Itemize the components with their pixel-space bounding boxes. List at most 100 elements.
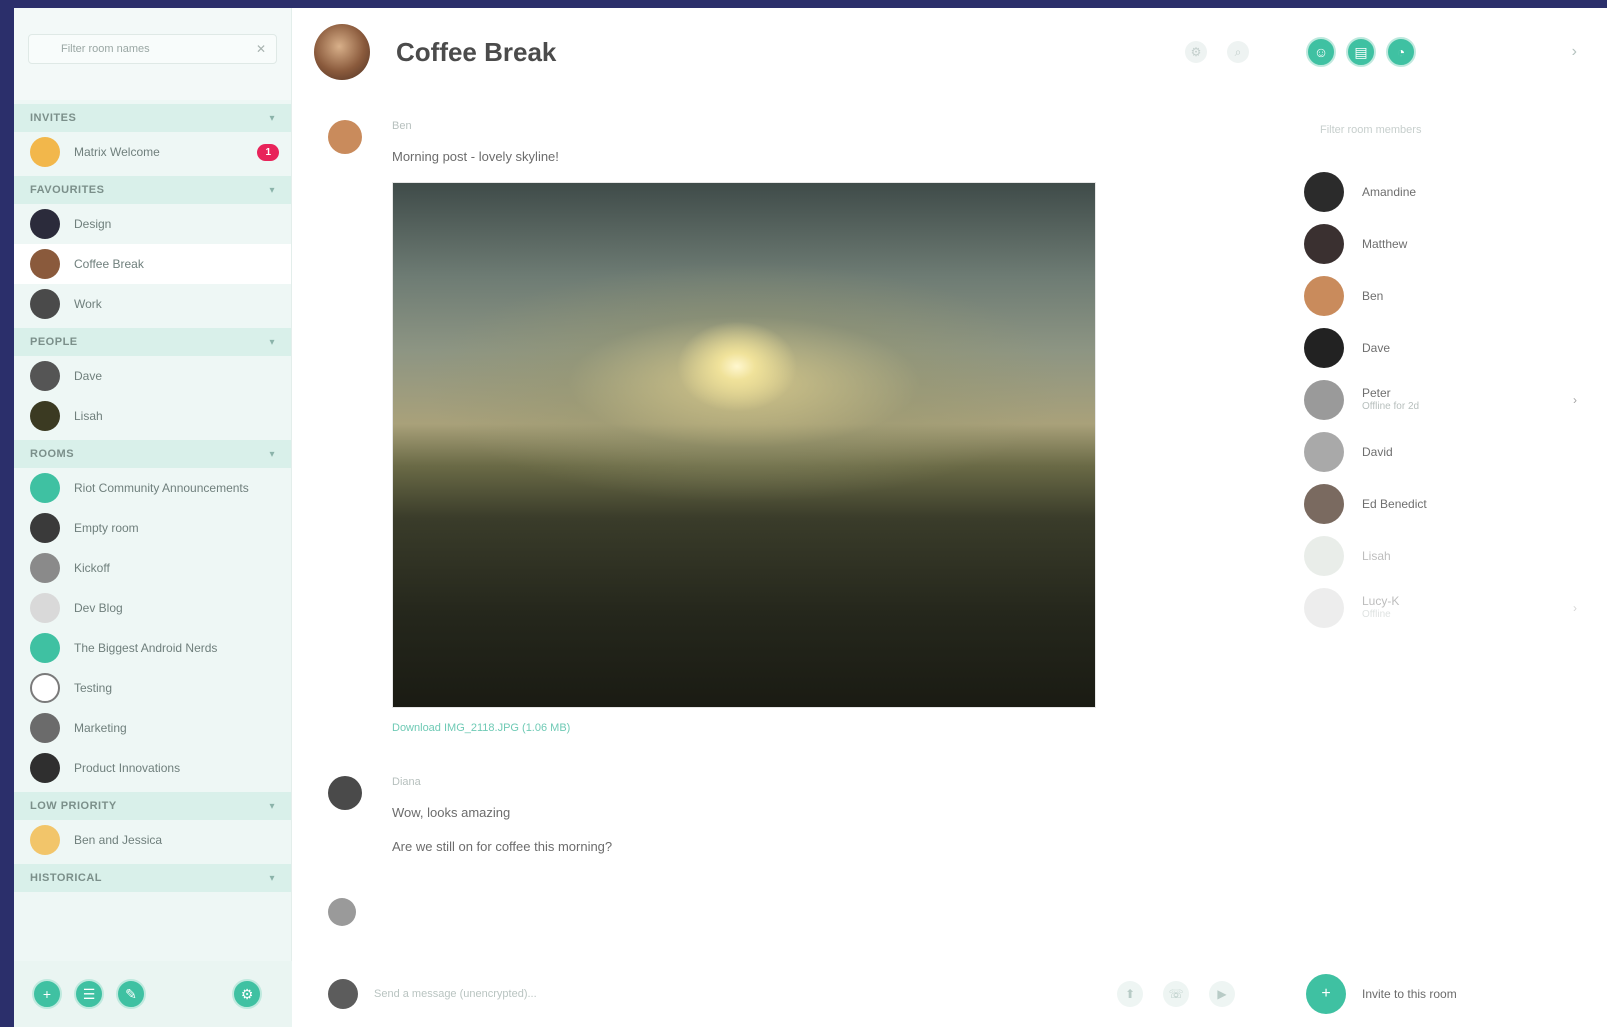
member-item[interactable]: Ed Benedict bbox=[1276, 478, 1607, 530]
message-image-sunset[interactable] bbox=[392, 182, 1096, 708]
room-sections: INVITES ▾ Matrix Welcome 1 FAVOURITES ▾ Design… bbox=[14, 104, 291, 892]
section-header[interactable]: HISTORICAL ▾ bbox=[14, 864, 291, 892]
member-avatar bbox=[1304, 224, 1344, 264]
notifications-icon[interactable]: ◔ bbox=[1386, 37, 1416, 67]
room-filter-input[interactable]: Filter room names ✕ bbox=[28, 34, 277, 64]
member-item[interactable]: Lucy-K Offline › bbox=[1276, 582, 1607, 634]
member-name: Ben bbox=[1362, 289, 1384, 303]
chevron-right-icon[interactable]: › bbox=[1573, 601, 1577, 615]
sender-avatar[interactable] bbox=[328, 120, 362, 154]
collapse-panel-icon[interactable]: › bbox=[1572, 43, 1577, 61]
room-filter-placeholder: Filter room names bbox=[61, 43, 150, 55]
section-header[interactable]: INVITES ▾ bbox=[14, 104, 291, 132]
chevron-down-icon[interactable]: ▾ bbox=[269, 449, 275, 460]
member-item[interactable]: Matthew bbox=[1276, 218, 1607, 270]
message-input[interactable]: Send a message (unencrypted)... bbox=[374, 988, 1097, 1000]
section-header[interactable]: PEOPLE ▾ bbox=[14, 328, 291, 356]
member-item[interactable]: Lisah bbox=[1276, 530, 1607, 582]
room-name: Testing bbox=[74, 681, 113, 695]
room-item[interactable]: Coffee Break bbox=[14, 244, 291, 284]
member-presence: Offline bbox=[1362, 609, 1391, 620]
chevron-right-icon[interactable]: › bbox=[1573, 393, 1577, 407]
room-avatar bbox=[30, 593, 60, 623]
clear-filter-icon[interactable]: ✕ bbox=[256, 42, 266, 56]
files-icon[interactable]: ▤ bbox=[1346, 37, 1376, 67]
invite-label[interactable]: Invite to this room bbox=[1362, 987, 1457, 1001]
room-item[interactable]: Testing bbox=[14, 668, 291, 708]
section-title: PEOPLE bbox=[30, 336, 78, 348]
room-name: Empty room bbox=[74, 521, 139, 535]
read-receipt-avatar[interactable] bbox=[328, 898, 356, 926]
room-avatar[interactable] bbox=[314, 24, 370, 80]
room-item[interactable]: Ben and Jessica bbox=[14, 820, 291, 860]
room-item[interactable]: Work bbox=[14, 284, 291, 324]
sender-name[interactable]: Ben bbox=[392, 120, 1252, 140]
invite-user-icon[interactable]: + bbox=[1306, 974, 1346, 1014]
room-avatar bbox=[30, 361, 60, 391]
member-item[interactable]: Amandine bbox=[1276, 166, 1607, 218]
room-item[interactable]: Product Innovations bbox=[14, 748, 291, 788]
unread-badge: 1 bbox=[257, 143, 279, 161]
room-item[interactable]: Design bbox=[14, 204, 291, 244]
member-item[interactable]: David bbox=[1276, 426, 1607, 478]
room-item[interactable]: The Biggest Android Nerds bbox=[14, 628, 291, 668]
room-item[interactable]: Dave bbox=[14, 356, 291, 396]
member-item[interactable]: Ben bbox=[1276, 270, 1607, 322]
room-item[interactable]: Riot Community Announcements bbox=[14, 468, 291, 508]
room-item[interactable]: Matrix Welcome 1 bbox=[14, 132, 291, 172]
chevron-down-icon[interactable]: ▾ bbox=[269, 113, 275, 124]
room-item[interactable]: Kickoff bbox=[14, 548, 291, 588]
room-name: Coffee Break bbox=[74, 257, 144, 271]
member-name: David bbox=[1362, 445, 1393, 459]
message-text: Are we still on for coffee this morning? bbox=[392, 839, 613, 854]
section-title: HISTORICAL bbox=[30, 872, 103, 884]
voice-call-icon[interactable]: ☏ bbox=[1163, 981, 1189, 1007]
room-item[interactable]: Marketing bbox=[14, 708, 291, 748]
room-name: Product Innovations bbox=[74, 761, 181, 775]
room-settings-icon[interactable]: ⚙ bbox=[1185, 41, 1207, 63]
sender-avatar[interactable] bbox=[328, 776, 362, 810]
room-name: Lisah bbox=[74, 409, 103, 423]
section-title: INVITES bbox=[30, 112, 77, 124]
room-name: Marketing bbox=[74, 721, 127, 735]
attach-file-icon[interactable]: ⬆ bbox=[1117, 981, 1143, 1007]
room-avatar bbox=[30, 209, 60, 239]
room-name: Matrix Welcome bbox=[74, 145, 160, 159]
chevron-down-icon[interactable]: ▾ bbox=[269, 185, 275, 196]
room-avatar bbox=[30, 713, 60, 743]
room-title[interactable]: Coffee Break bbox=[396, 37, 1165, 68]
right-panel-header: ☺ ▤ ◔ › bbox=[1276, 8, 1607, 96]
my-avatar bbox=[328, 979, 358, 1009]
create-room-icon[interactable]: ✎ bbox=[116, 979, 146, 1009]
sender-name[interactable]: Diana bbox=[392, 776, 1252, 796]
chevron-down-icon[interactable]: ▾ bbox=[269, 801, 275, 812]
member-name: Lisah bbox=[1362, 549, 1391, 563]
room-item[interactable]: Dev Blog bbox=[14, 588, 291, 628]
section-header[interactable]: LOW PRIORITY ▾ bbox=[14, 792, 291, 820]
section-header[interactable]: ROOMS ▾ bbox=[14, 440, 291, 468]
member-filter-input[interactable]: Filter room members bbox=[1276, 96, 1607, 166]
sidebar-search-area: Filter room names ✕ bbox=[14, 8, 291, 100]
members-icon[interactable]: ☺ bbox=[1306, 37, 1336, 67]
settings-gear-icon[interactable]: ⚙ bbox=[232, 979, 262, 1009]
invite-row[interactable]: + Invite to this room bbox=[1276, 961, 1607, 1027]
start-chat-icon[interactable]: + bbox=[32, 979, 62, 1009]
video-call-icon[interactable]: ▶ bbox=[1209, 981, 1235, 1007]
app-window: Filter room names ✕ INVITES ▾ Matrix Welco… bbox=[14, 8, 1607, 1027]
member-name: Dave bbox=[1362, 341, 1391, 355]
chevron-down-icon[interactable]: ▾ bbox=[269, 873, 275, 884]
section-title: ROOMS bbox=[30, 448, 75, 460]
search-icon[interactable]: ⌕ bbox=[1227, 41, 1249, 63]
member-item[interactable]: Peter Offline for 2d › bbox=[1276, 374, 1607, 426]
room-name: Ben and Jessica bbox=[74, 833, 163, 847]
section-header[interactable]: FAVOURITES ▾ bbox=[14, 176, 291, 204]
room-item[interactable]: Empty room bbox=[14, 508, 291, 548]
member-avatar bbox=[1304, 588, 1344, 628]
room-item[interactable]: Lisah bbox=[14, 396, 291, 436]
member-avatar bbox=[1304, 432, 1344, 472]
room-name: The Biggest Android Nerds bbox=[74, 641, 218, 655]
room-directory-icon[interactable]: ☰ bbox=[74, 979, 104, 1009]
download-link[interactable]: Download IMG_2118.JPG (1.06 MB) bbox=[392, 722, 1252, 734]
member-item[interactable]: Dave bbox=[1276, 322, 1607, 374]
chevron-down-icon[interactable]: ▾ bbox=[269, 337, 275, 348]
